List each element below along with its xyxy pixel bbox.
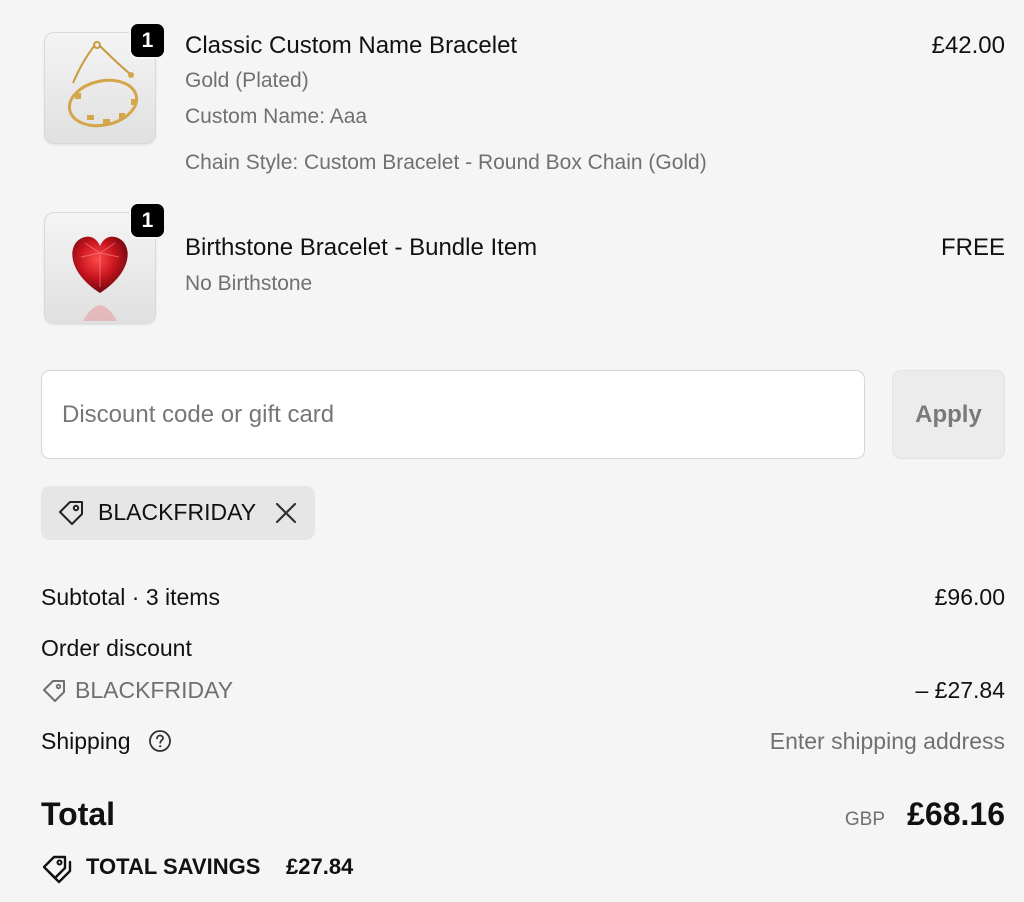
quantity-badge: 1 — [129, 22, 166, 59]
savings-tag-icon — [41, 853, 73, 890]
subtotal-value: £96.00 — [934, 584, 1005, 610]
product-title: Classic Custom Name Bracelet — [185, 32, 518, 59]
shipping-label: Shipping — [41, 728, 131, 754]
subtotal-label: Subtotal · 3 items — [41, 584, 220, 610]
total-savings-label: TOTAL SAVINGS — [86, 854, 261, 879]
total-value: £68.16 — [907, 796, 1005, 832]
quantity-badge: 1 — [129, 202, 166, 239]
line-item-custom-name-bracelet: 1 Classic Custom Name Bracelet Gold (Pla… — [0, 0, 1024, 190]
order-discount-value: – £27.84 — [915, 677, 1005, 703]
order-discount-label: Order discount — [41, 635, 192, 661]
product-custom-name: Custom Name: Aaa — [185, 105, 368, 128]
currency-code: GBP — [844, 809, 885, 830]
total-label: Total — [41, 796, 116, 832]
tag-icon — [43, 680, 65, 702]
applied-discount-tag: BLACKFRIDAY — [41, 486, 315, 540]
tag-icon — [56, 498, 86, 533]
product-price: FREE — [940, 234, 1005, 261]
product-variant: No Birthstone — [185, 272, 313, 295]
product-price: £42.00 — [931, 32, 1005, 59]
product-variant: Gold (Plated) — [185, 69, 309, 92]
shipping-value: Enter shipping address — [769, 728, 1005, 754]
line-item-birthstone-bracelet: 1 Birthstone Bracelet - Bundle Item No B… — [0, 190, 1024, 340]
product-chain-style: Chain Style: Custom Bracelet - Round Box… — [185, 151, 707, 174]
order-summary: 1 Classic Custom Name Bracelet Gold (Pla… — [0, 0, 1024, 902]
order-discount-code-text: BLACKFRIDAY — [75, 677, 234, 703]
help-icon[interactable] — [148, 729, 172, 758]
total-savings-value: £27.84 — [286, 854, 354, 879]
product-title: Birthstone Bracelet - Bundle Item — [185, 234, 538, 261]
applied-discount-code: BLACKFRIDAY — [98, 499, 257, 525]
discount-code-input[interactable] — [41, 370, 865, 459]
close-icon[interactable] — [273, 500, 299, 526]
apply-discount-button[interactable]: Apply — [892, 370, 1005, 459]
